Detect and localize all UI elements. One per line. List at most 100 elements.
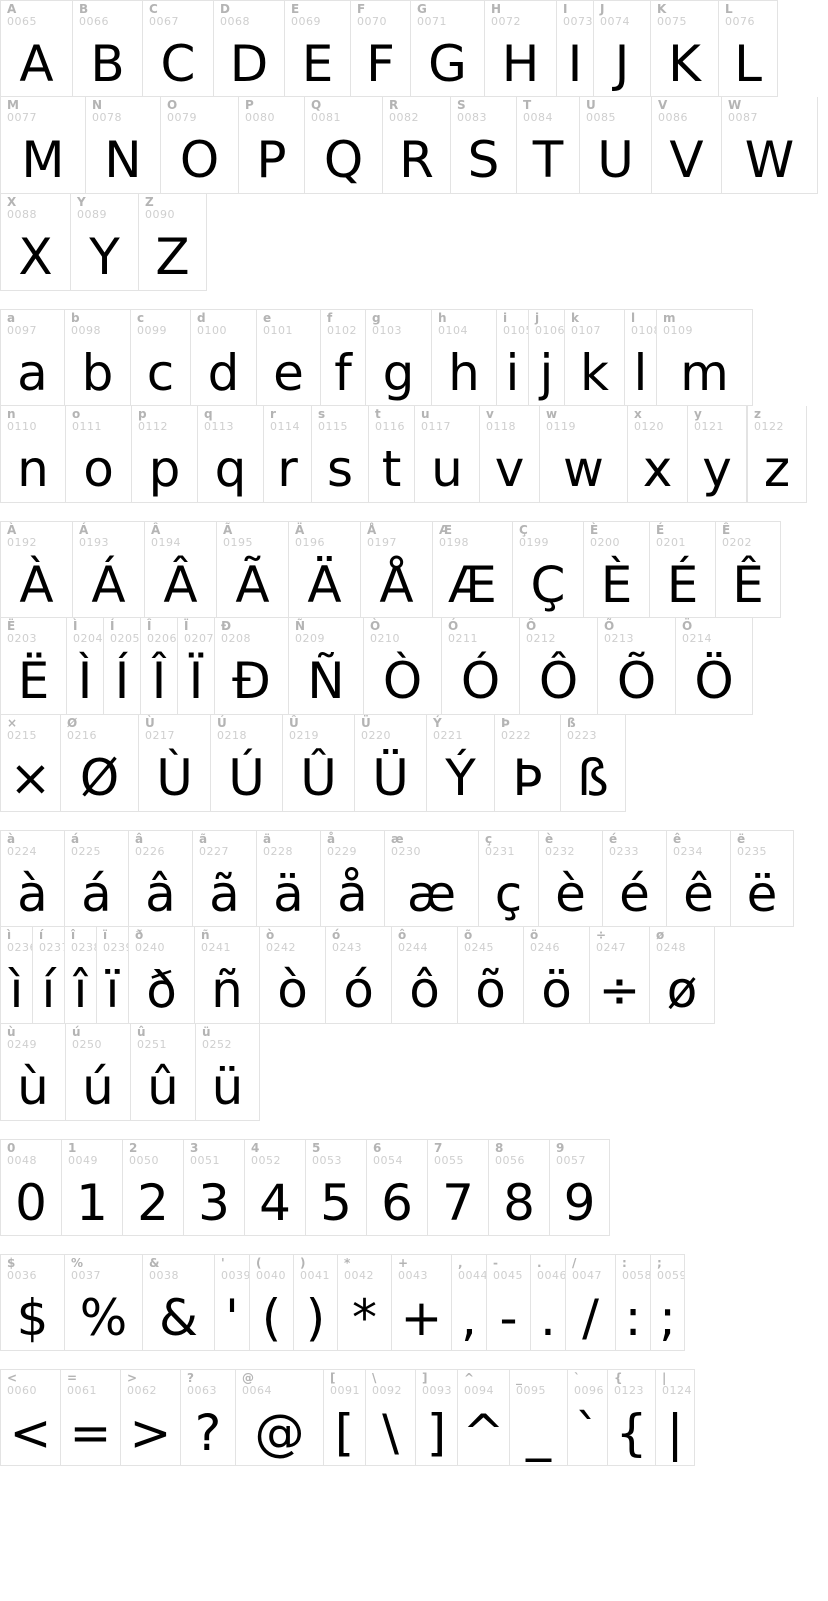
char-cell[interactable]: ä 0228 ä	[256, 830, 320, 927]
char-cell[interactable]: Ö 0214 Ö	[675, 618, 753, 715]
char-cell[interactable]: . 0046.	[530, 1254, 565, 1351]
char-cell[interactable]: P 0080 P	[238, 97, 304, 194]
char-cell[interactable]: í0237í	[32, 927, 64, 1024]
char-cell[interactable]: 9 0057 9	[549, 1139, 610, 1236]
char-cell[interactable]: 3 0051 3	[183, 1139, 244, 1236]
char-cell[interactable]: & 0038 &	[142, 1254, 214, 1351]
char-cell[interactable]: g 0103 g	[365, 309, 431, 406]
char-cell[interactable]: ì0236ì	[0, 927, 32, 1024]
char-cell[interactable]: ð 0240 ð	[128, 927, 194, 1024]
char-cell[interactable]: È 0200 È	[583, 521, 649, 618]
char-cell[interactable]: 2 0050 2	[122, 1139, 183, 1236]
char-cell[interactable]: n 0110 n	[0, 406, 65, 503]
char-cell[interactable]: W 0087 W	[721, 97, 818, 194]
char-cell[interactable]: Â 0194 Â	[144, 521, 216, 618]
char-cell[interactable]: Ï 0207 Ï	[177, 618, 214, 715]
char-cell[interactable]: C 0067 C	[142, 0, 213, 97]
char-cell[interactable]: S 0083 S	[450, 97, 516, 194]
char-cell[interactable]: ò 0242 ò	[259, 927, 325, 1024]
char-cell[interactable]: æ 0230 æ	[384, 830, 478, 927]
char-cell[interactable]: 0 0048 0	[0, 1139, 61, 1236]
char-cell[interactable]: Þ 0222 Þ	[494, 715, 560, 812]
char-cell[interactable]: ` 0096 `	[567, 1369, 607, 1466]
char-cell[interactable]: Ù 0217 Ù	[138, 715, 210, 812]
char-cell[interactable]: f 0102 f	[320, 309, 365, 406]
char-cell[interactable]: Ø 0216 Ø	[60, 715, 138, 812]
char-cell[interactable]: Ý 0221 Ý	[426, 715, 494, 812]
char-cell[interactable]: r 0114 r	[263, 406, 311, 503]
char-cell[interactable]: [0091[	[323, 1369, 365, 1466]
char-cell[interactable]: x 0120 x	[627, 406, 687, 503]
char-cell[interactable]: <0060 <	[0, 1369, 60, 1466]
char-cell[interactable]: Á 0193 Á	[72, 521, 144, 618]
char-cell[interactable]: × 0215 ×	[0, 715, 60, 812]
char-cell[interactable]: Å 0197 Å	[360, 521, 432, 618]
char-cell[interactable]: /0047/	[565, 1254, 615, 1351]
char-cell[interactable]: :0058:	[615, 1254, 650, 1351]
char-cell[interactable]: á 0225 á	[64, 830, 128, 927]
char-cell[interactable]: E 0069 E	[284, 0, 350, 97]
char-cell[interactable]: ù 0249 ù	[0, 1024, 65, 1121]
char-cell[interactable]: ë 0235 ë	[730, 830, 794, 927]
char-cell[interactable]: ã 0227 ã	[192, 830, 256, 927]
char-cell[interactable]: Ç 0199 Ç	[512, 521, 583, 618]
char-cell[interactable]: Ä 0196 Ä	[288, 521, 360, 618]
char-cell[interactable]: Ú 0218 Ú	[210, 715, 282, 812]
char-cell[interactable]: X 0088 X	[0, 194, 70, 291]
char-cell[interactable]: ' 0039 '	[214, 1254, 249, 1351]
char-cell[interactable]: O 0079 O	[160, 97, 238, 194]
char-cell[interactable]: {0123{	[607, 1369, 655, 1466]
char-cell[interactable]: 1 0049 1	[61, 1139, 122, 1236]
char-cell[interactable]: -0045-	[486, 1254, 530, 1351]
char-cell[interactable]: k 0107 k	[564, 309, 624, 406]
char-cell[interactable]: Ê 0202 Ê	[715, 521, 781, 618]
char-cell[interactable]: t 0116 t	[368, 406, 414, 503]
char-cell[interactable]: Î 0206 Î	[140, 618, 177, 715]
char-cell[interactable]: Q 0081 Q	[304, 97, 382, 194]
char-cell[interactable]: d 0100 d	[190, 309, 256, 406]
char-cell[interactable]: 5 0053 5	[305, 1139, 366, 1236]
char-cell[interactable]: 8 0056 8	[488, 1139, 549, 1236]
char-cell[interactable]: \ 0092 \	[365, 1369, 415, 1466]
char-cell[interactable]: à 0224 à	[0, 830, 64, 927]
char-cell[interactable]: ; 0059;	[650, 1254, 685, 1351]
char-cell[interactable]: * 0042 *	[337, 1254, 391, 1351]
char-cell[interactable]: ï0239ï	[96, 927, 128, 1024]
char-cell[interactable]: i0105i	[496, 309, 528, 406]
char-cell[interactable]: V 0086 V	[651, 97, 721, 194]
char-cell[interactable]: o 0111 o	[65, 406, 131, 503]
char-cell[interactable]: å 0229 å	[320, 830, 384, 927]
char-cell[interactable]: N 0078 N	[85, 97, 160, 194]
char-cell[interactable]: ø 0248 ø	[649, 927, 715, 1024]
char-cell[interactable]: 7 0055 7	[427, 1139, 488, 1236]
char-cell[interactable]: m 0109 m	[656, 309, 753, 406]
char-cell[interactable]: É 0201 É	[649, 521, 715, 618]
char-cell[interactable]: Í 0205 Í	[103, 618, 140, 715]
char-cell[interactable]: Ô 0212 Ô	[519, 618, 597, 715]
char-cell[interactable]: Ì 0204 Ì	[66, 618, 103, 715]
char-cell[interactable]: y 0121 y	[687, 406, 747, 503]
char-cell[interactable]: B 0066 B	[72, 0, 142, 97]
char-cell[interactable]: ô 0244 ô	[391, 927, 457, 1024]
char-cell[interactable]: b 0098 b	[64, 309, 130, 406]
char-cell[interactable]: è 0232 è	[538, 830, 602, 927]
char-cell[interactable]: a 0097 a	[0, 309, 64, 406]
char-cell[interactable]: î0238î	[64, 927, 96, 1024]
char-cell[interactable]: ú 0250 ú	[65, 1024, 130, 1121]
char-cell[interactable]: w 0119 w	[539, 406, 627, 503]
char-cell[interactable]: c 0099 c	[130, 309, 190, 406]
char-cell[interactable]: (0040(	[249, 1254, 293, 1351]
char-cell[interactable]: ö 0246 ö	[523, 927, 589, 1024]
char-cell[interactable]: $0036 $	[0, 1254, 64, 1351]
char-cell[interactable]: ÷ 0247 ÷	[589, 927, 649, 1024]
char-cell[interactable]: ç 0231 ç	[478, 830, 538, 927]
char-cell[interactable]: 4 0052 4	[244, 1139, 305, 1236]
char-cell[interactable]: v 0118 v	[479, 406, 539, 503]
char-cell[interactable]: Ó 0211 Ó	[441, 618, 519, 715]
char-cell[interactable]: ê 0234 ê	[666, 830, 730, 927]
char-cell[interactable]: q 0113 q	[197, 406, 263, 503]
char-cell[interactable]: Ü 0220 Ü	[354, 715, 426, 812]
char-cell[interactable]: _ 0095 _	[509, 1369, 567, 1466]
char-cell[interactable]: h 0104 h	[431, 309, 496, 406]
char-cell[interactable]: À 0192 À	[0, 521, 72, 618]
